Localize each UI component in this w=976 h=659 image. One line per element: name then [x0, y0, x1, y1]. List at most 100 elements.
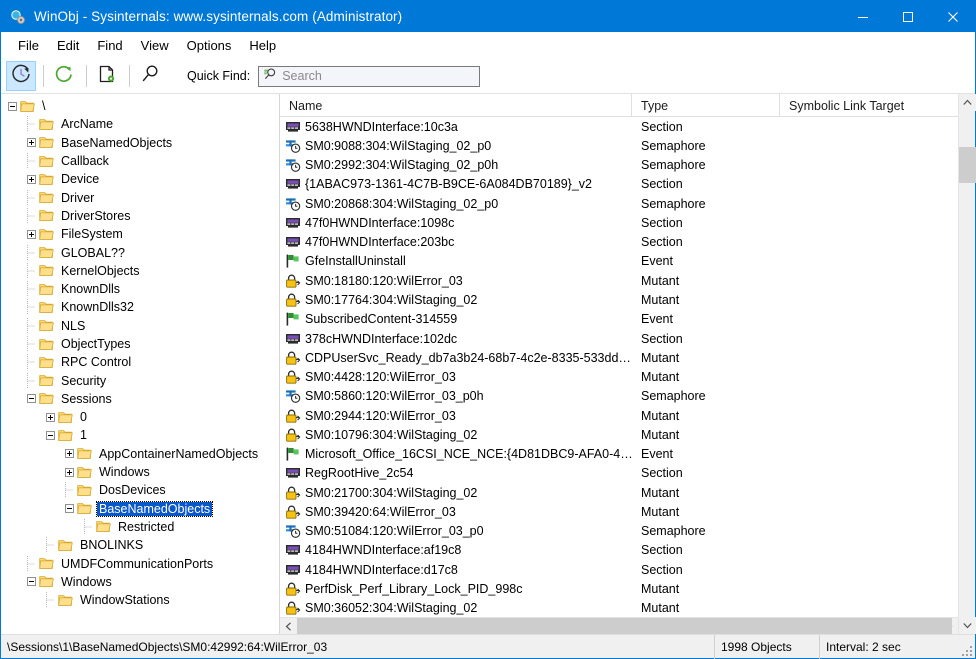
vertical-scrollbar[interactable]: [958, 94, 975, 634]
scroll-up-arrow[interactable]: [959, 94, 976, 111]
tree-expand-icon[interactable]: [62, 463, 77, 481]
table-row[interactable]: SM0:36052:304:WilStaging_02Mutant: [280, 599, 958, 617]
table-row[interactable]: RegRootHive_2c54Section: [280, 464, 958, 483]
menu-options[interactable]: Options: [178, 34, 241, 58]
tree-item[interactable]: FileSystem: [1, 225, 279, 243]
table-row[interactable]: SM0:20868:304:WilStaging_02_p0Semaphore: [280, 194, 958, 213]
maximize-button[interactable]: [885, 1, 930, 32]
menu-find[interactable]: Find: [88, 34, 131, 58]
column-header-type[interactable]: Type: [632, 94, 780, 117]
table-row[interactable]: SM0:18180:120:WilError_03Mutant: [280, 271, 958, 290]
horizontal-scrollbar[interactable]: [280, 617, 958, 634]
table-row[interactable]: SM0:4428:120:WilError_03Mutant: [280, 367, 958, 386]
table-row[interactable]: SM0:2992:304:WilStaging_02_p0hSemaphore: [280, 156, 958, 175]
folder-icon: [39, 356, 54, 369]
section-icon: [285, 562, 301, 578]
tree-item[interactable]: DriverStores: [1, 207, 279, 225]
auto-refresh-button[interactable]: [6, 61, 36, 91]
table-row[interactable]: 5638HWNDInterface:10c3aSection: [280, 117, 958, 136]
tree-expand-icon[interactable]: [24, 225, 39, 243]
table-row[interactable]: SubscribedContent-314559Event: [280, 310, 958, 329]
tree-collapse-icon[interactable]: [5, 97, 20, 115]
tree-item[interactable]: Callback: [1, 152, 279, 170]
table-row[interactable]: SM0:39420:64:WilError_03Mutant: [280, 502, 958, 521]
table-row[interactable]: 4184HWNDInterface:d17c8Section: [280, 560, 958, 579]
object-list[interactable]: 5638HWNDInterface:10c3aSectionSM0:9088:3…: [280, 117, 958, 617]
table-row[interactable]: SM0:10796:304:WilStaging_02Mutant: [280, 425, 958, 444]
table-row[interactable]: SM0:9088:304:WilStaging_02_p0Semaphore: [280, 136, 958, 155]
tree-item[interactable]: AppContainerNamedObjects: [1, 445, 279, 463]
tree-expand-icon[interactable]: [24, 170, 39, 188]
menu-help[interactable]: Help: [240, 34, 285, 58]
tree-item[interactable]: KernelObjects: [1, 262, 279, 280]
tree-item[interactable]: Security: [1, 371, 279, 389]
horizontal-scroll-track[interactable]: [297, 618, 941, 634]
tree-expand-icon[interactable]: [62, 445, 77, 463]
tree-item[interactable]: WindowStations: [1, 591, 279, 609]
tree-item[interactable]: BaseNamedObjects: [1, 134, 279, 152]
tree-item[interactable]: Windows: [1, 463, 279, 481]
menu-view[interactable]: View: [132, 34, 178, 58]
table-row[interactable]: 47f0HWNDInterface:203bcSection: [280, 233, 958, 252]
tree-item[interactable]: RPC Control: [1, 353, 279, 371]
table-row[interactable]: 378cHWNDInterface:102dcSection: [280, 329, 958, 348]
tree-collapse-icon[interactable]: [43, 426, 58, 444]
tree-item[interactable]: 0: [1, 408, 279, 426]
tree-collapse-icon[interactable]: [24, 573, 39, 591]
table-row[interactable]: PerfDisk_Perf_Library_Lock_PID_998cMutan…: [280, 579, 958, 598]
tree-item[interactable]: UMDFCommunicationPorts: [1, 554, 279, 572]
tree-item[interactable]: ObjectTypes: [1, 335, 279, 353]
scroll-down-arrow[interactable]: [959, 617, 976, 634]
tree-item[interactable]: 1: [1, 426, 279, 444]
tree-item[interactable]: Windows: [1, 573, 279, 591]
search-input[interactable]: Search: [258, 66, 480, 87]
table-row[interactable]: SM0:17764:304:WilStaging_02Mutant: [280, 290, 958, 309]
table-row[interactable]: Microsoft_Office_16CSI_NCE_NCE:{4D81DBC9…: [280, 445, 958, 464]
menu-file[interactable]: File: [9, 34, 48, 58]
tree-item[interactable]: ArcName: [1, 115, 279, 133]
column-header-symbolic-link-target[interactable]: Symbolic Link Target: [780, 94, 958, 117]
tree-item[interactable]: BaseNamedObjects: [1, 500, 279, 518]
tree-expand-icon[interactable]: [24, 134, 39, 152]
tree-item[interactable]: Sessions: [1, 390, 279, 408]
semaphore-icon: [285, 157, 301, 173]
tree-item[interactable]: NLS: [1, 317, 279, 335]
table-row[interactable]: SM0:51084:120:WilError_03_p0Semaphore: [280, 522, 958, 541]
tree-collapse-icon[interactable]: [62, 500, 77, 518]
winobj-icon: [10, 9, 26, 25]
table-row[interactable]: GfeInstallUninstallEvent: [280, 252, 958, 271]
tree-item[interactable]: Restricted: [1, 518, 279, 536]
find-button[interactable]: [135, 61, 165, 91]
tree-item[interactable]: Driver: [1, 188, 279, 206]
table-row[interactable]: 47f0HWNDInterface:1098cSection: [280, 213, 958, 232]
table-row[interactable]: SM0:2944:120:WilError_03Mutant: [280, 406, 958, 425]
refresh-button[interactable]: [49, 61, 79, 91]
tree-expand-icon[interactable]: [43, 408, 58, 426]
folder-icon: [58, 411, 73, 424]
table-row[interactable]: CDPUserSvc_Ready_db7a3b24-68b7-4c2e-8335…: [280, 348, 958, 367]
resize-grip[interactable]: [959, 635, 975, 659]
tree-item[interactable]: \: [1, 97, 279, 115]
properties-button[interactable]: [92, 61, 122, 91]
section-icon: [285, 331, 301, 347]
vertical-scroll-thumb[interactable]: [959, 147, 976, 183]
tree-collapse-icon[interactable]: [24, 390, 39, 408]
tree-item[interactable]: DosDevices: [1, 481, 279, 499]
tree-item[interactable]: Device: [1, 170, 279, 188]
tree-item[interactable]: KnownDlls: [1, 280, 279, 298]
table-row[interactable]: {1ABAC973-1361-4C7B-B9CE-6A084DB70189}_v…: [280, 175, 958, 194]
horizontal-scroll-thumb[interactable]: [297, 618, 952, 634]
menu-edit[interactable]: Edit: [48, 34, 88, 58]
vertical-scroll-track[interactable]: [959, 111, 975, 617]
minimize-button[interactable]: [840, 1, 885, 32]
column-header-name[interactable]: Name: [280, 94, 632, 117]
table-row[interactable]: 4184HWNDInterface:af19c8Section: [280, 541, 958, 560]
tree-item[interactable]: KnownDlls32: [1, 298, 279, 316]
table-row[interactable]: SM0:21700:304:WilStaging_02Mutant: [280, 483, 958, 502]
tree-item[interactable]: GLOBAL??: [1, 243, 279, 261]
object-tree[interactable]: \ArcNameBaseNamedObjectsCallbackDeviceDr…: [1, 94, 280, 634]
table-row[interactable]: SM0:5860:120:WilError_03_p0hSemaphore: [280, 387, 958, 406]
scroll-left-arrow[interactable]: [280, 618, 297, 634]
tree-item[interactable]: BNOLINKS: [1, 536, 279, 554]
close-button[interactable]: [930, 1, 975, 32]
